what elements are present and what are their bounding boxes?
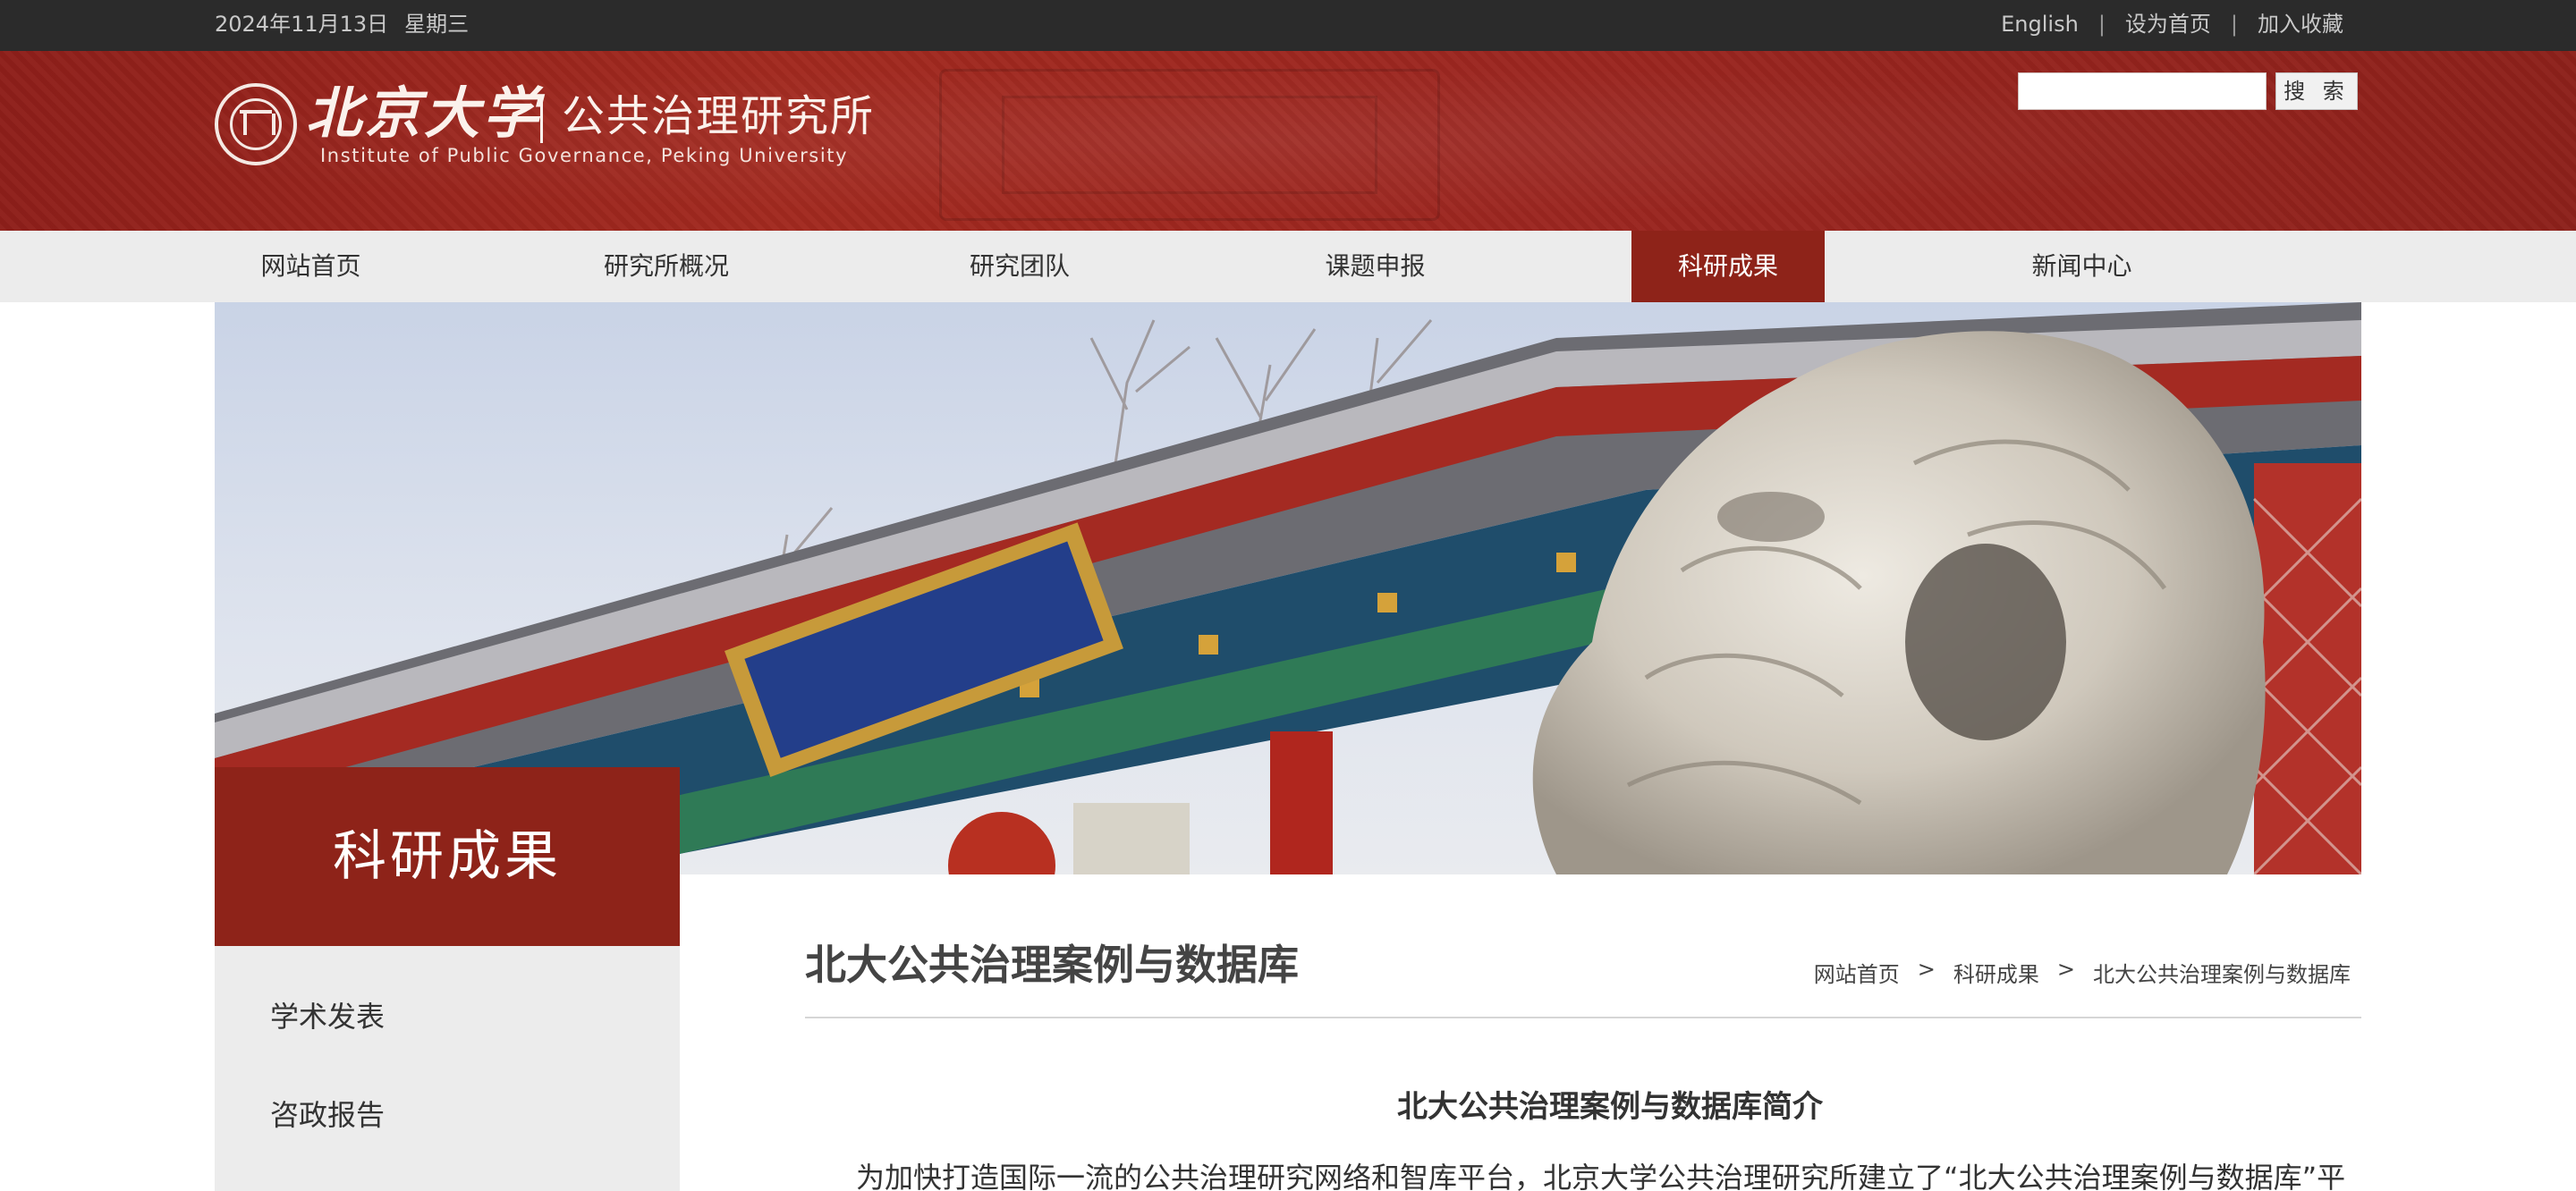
top-links: English | 设为首页 | 加入收藏 xyxy=(2001,0,2343,51)
logo-institute-name[interactable]: 公共治理研究所 xyxy=(562,89,875,143)
nav-item-projects[interactable]: 课题申报 xyxy=(1279,231,1471,302)
top-bar: 2024年11月13日 星期三 English | 设为首页 | 加入收藏 xyxy=(0,0,2576,51)
breadcrumb: 网站首页 > 科研成果 > 北大公共治理案例与数据库 xyxy=(1814,957,2351,988)
breadcrumb-research[interactable]: 科研成果 xyxy=(1953,957,2039,988)
separator: | xyxy=(2097,12,2106,37)
nav-item-home[interactable]: 网站首页 xyxy=(215,231,407,302)
header-ornament xyxy=(1002,96,1377,194)
nav-item-team[interactable]: 研究团队 xyxy=(921,231,1118,302)
main-nav: 网站首页 研究所概况 研究团队 课题申报 科研成果 新闻中心 xyxy=(0,231,2576,302)
article-title: 北大公共治理案例与数据库简介 xyxy=(1397,1089,1823,1125)
search-button[interactable]: 搜 索 xyxy=(2275,72,2358,110)
nav-item-news[interactable]: 新闻中心 xyxy=(1986,231,2178,302)
sidebar-menu: 学术发表 咨政报告 xyxy=(215,946,680,1191)
page-title: 北大公共治理案例与数据库 xyxy=(805,941,1299,989)
logo-calligraphy[interactable]: 北京大学 xyxy=(306,82,542,145)
english-link[interactable]: English xyxy=(2001,0,2079,51)
breadcrumb-current[interactable]: 北大公共治理案例与数据库 xyxy=(2093,957,2351,988)
logo-english-name: Institute of Public Governance, Peking U… xyxy=(320,145,849,166)
sidebar-item-policy-reports[interactable]: 咨政报告 xyxy=(270,1093,385,1134)
weekday-text: 星期三 xyxy=(404,12,470,37)
breadcrumb-separator: > xyxy=(2056,957,2075,982)
separator: | xyxy=(2230,12,2238,37)
nav-item-overview[interactable]: 研究所概况 xyxy=(564,231,769,302)
breadcrumb-home[interactable]: 网站首页 xyxy=(1814,957,1900,988)
sidebar-title: 科研成果 xyxy=(215,767,680,946)
article-paragraph: 为加快打造国际一流的公共治理研究网络和智库平台，北京大学公共治理研究所建立了“北… xyxy=(856,1161,2346,1191)
title-divider xyxy=(805,1017,2361,1018)
search-input[interactable] xyxy=(2018,72,2267,110)
pku-seal-logo-icon[interactable] xyxy=(215,83,297,165)
sidebar-item-publications[interactable]: 学术发表 xyxy=(270,994,385,1035)
logo-divider xyxy=(540,98,543,143)
set-homepage-link[interactable]: 设为首页 xyxy=(2125,0,2211,51)
breadcrumb-separator: > xyxy=(1917,957,1936,982)
nav-item-research[interactable]: 科研成果 xyxy=(1631,231,1825,302)
date-display: 2024年11月13日 星期三 xyxy=(215,0,469,51)
add-favorite-link[interactable]: 加入收藏 xyxy=(2258,0,2343,51)
date-text: 2024年11月13日 xyxy=(215,12,389,37)
